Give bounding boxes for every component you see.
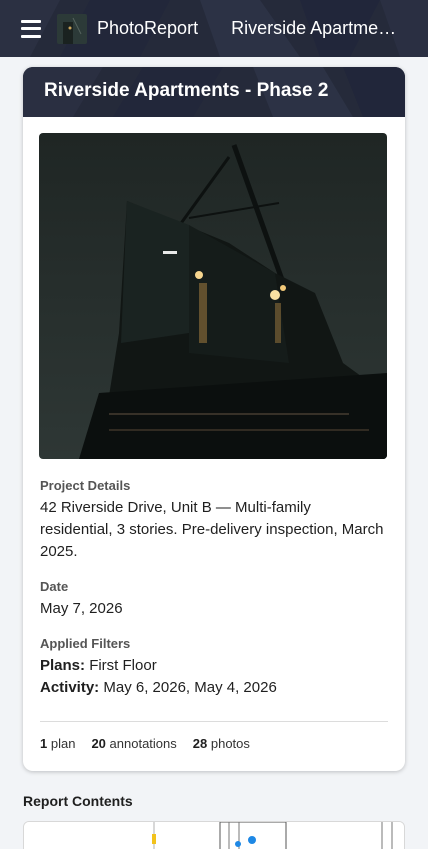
report-date: May 7, 2026	[40, 600, 123, 617]
activity-filter-label: Activity:	[40, 679, 100, 696]
project-details-text: 42 Riverside Drive, Unit B — Multi-famil…	[40, 499, 384, 560]
plans-filter: Plans: First Floor	[40, 655, 157, 677]
divider	[40, 721, 388, 722]
report-title: Riverside Apartments - Phase 2	[44, 80, 329, 101]
plans-stat: 1 plan	[40, 736, 76, 751]
photos-stat: 28 photos	[192, 736, 250, 751]
date-label: Date	[40, 579, 69, 594]
report-contents-heading: Report Contents	[23, 793, 133, 809]
card-header: Riverside Apartments - Phase 2	[23, 67, 405, 117]
app-logo-icon[interactable]	[57, 13, 87, 44]
app-bar: PhotoReport Riverside Apartments - Phase…	[0, 0, 428, 57]
plans-filter-value: First Floor	[89, 657, 157, 674]
floor-plan-thumbnail[interactable]	[23, 821, 405, 849]
plans-filter-label: Plans:	[40, 657, 86, 674]
project-details-label: Project Details	[40, 478, 131, 493]
report-summary-card: Riverside Apartments - Phase 2 Project D…	[23, 67, 405, 771]
menu-icon[interactable]	[21, 19, 41, 38]
cover-photo[interactable]	[39, 133, 387, 459]
activity-filter: Activity: May 6, 2026, May 4, 2026	[40, 677, 277, 699]
annotations-stat: 20 annotations	[91, 736, 177, 751]
app-name: PhotoReport	[97, 18, 199, 38]
header-report-title: Riverside Apartments - Phase 2	[231, 18, 406, 38]
activity-filter-value: May 6, 2026, May 4, 2026	[103, 679, 277, 696]
applied-filters-label: Applied Filters	[40, 636, 131, 651]
report-stats: 1 plan 20 annotations 28 photos	[40, 736, 250, 751]
